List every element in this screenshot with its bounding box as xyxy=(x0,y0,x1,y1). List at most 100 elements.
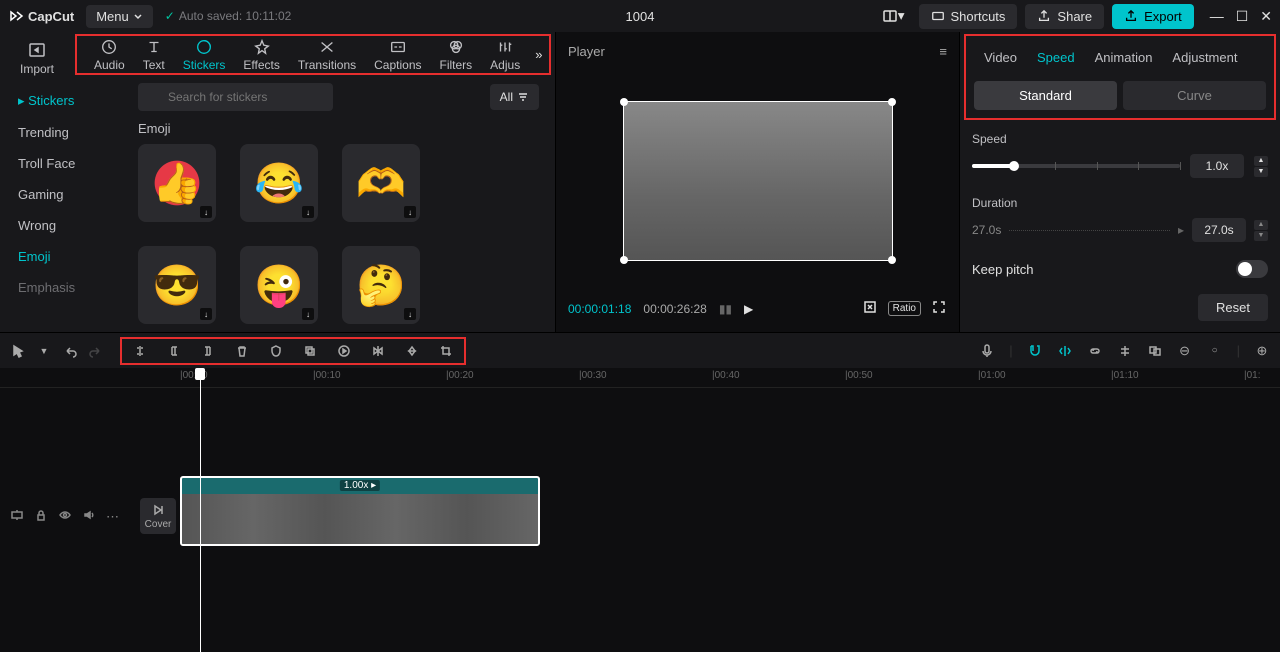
speed-slider[interactable] xyxy=(972,164,1180,168)
tabs-overflow-icon[interactable]: » xyxy=(529,47,548,62)
speed-tool-icon[interactable] xyxy=(336,343,352,359)
timeline-ruler[interactable]: |00:00 |00:10 |00:20 |00:30 |00:40 |00:5… xyxy=(0,368,1280,388)
maximize-icon[interactable]: ☐ xyxy=(1236,8,1249,25)
scale-icon[interactable] xyxy=(862,299,878,318)
filter-button[interactable]: All xyxy=(490,84,539,110)
keep-pitch-toggle[interactable] xyxy=(1236,260,1268,278)
tab-effects[interactable]: Effects xyxy=(234,38,288,72)
speed-stepper[interactable]: ▲▼ xyxy=(1254,156,1268,177)
overlap-icon[interactable] xyxy=(1147,343,1163,359)
close-icon[interactable]: ✕ xyxy=(1260,8,1272,25)
pointer-tool-icon[interactable] xyxy=(10,343,26,359)
share-button[interactable]: Share xyxy=(1025,4,1104,29)
sidebar-item-emoji[interactable]: Emoji xyxy=(0,241,130,272)
video-frame[interactable] xyxy=(623,101,893,261)
magnet-icon[interactable] xyxy=(1027,343,1043,359)
align-icon[interactable] xyxy=(1117,343,1133,359)
playhead[interactable] xyxy=(200,368,201,652)
play-icon[interactable]: ▶ xyxy=(744,302,753,316)
add-track-icon[interactable] xyxy=(10,508,24,525)
speed-value[interactable] xyxy=(1190,154,1244,178)
shortcuts-button[interactable]: Shortcuts xyxy=(919,4,1018,29)
duration-from: 27.0s xyxy=(972,223,1001,237)
tab-adjustment[interactable]: Adjus xyxy=(481,38,529,72)
track-controls: ⋯ xyxy=(10,508,119,525)
speed-label: Speed xyxy=(972,132,1268,146)
sticker-cool[interactable]: 😎↓ xyxy=(138,246,216,324)
mic-icon[interactable] xyxy=(979,343,995,359)
sidebar-item-emphasis[interactable]: Emphasis xyxy=(0,272,130,303)
mirror-icon[interactable] xyxy=(370,343,386,359)
cover-button[interactable]: Cover xyxy=(140,498,176,534)
tab-animation[interactable]: Animation xyxy=(1085,46,1163,69)
split-icon[interactable] xyxy=(132,343,148,359)
subtab-standard[interactable]: Standard xyxy=(974,81,1117,110)
delete-icon[interactable] xyxy=(234,343,250,359)
more-icon[interactable]: ⋯ xyxy=(106,509,119,525)
sidebar-item-trending[interactable]: Trending xyxy=(0,117,130,148)
sticker-wink[interactable]: 😜↓ xyxy=(240,246,318,324)
sidebar-section-stickers[interactable]: ▸ Stickers xyxy=(0,85,130,117)
autosave-status: ✓ Auto saved: 10:11:02 xyxy=(165,9,292,23)
tab-transitions[interactable]: Transitions xyxy=(289,38,365,72)
duration-value[interactable] xyxy=(1192,218,1246,242)
video-clip[interactable]: 1.00x ▸ xyxy=(180,476,540,546)
menu-button[interactable]: Menu xyxy=(86,5,153,28)
sidebar-item-gaming[interactable]: Gaming xyxy=(0,179,130,210)
sidebar-item-wrong[interactable]: Wrong xyxy=(0,210,130,241)
timeline[interactable]: |00:00 |00:10 |00:20 |00:30 |00:40 |00:5… xyxy=(0,368,1280,652)
layout-icon[interactable]: ▾ xyxy=(876,2,911,30)
import-button[interactable]: Import xyxy=(7,36,67,76)
duration-stepper[interactable]: ▲▼ xyxy=(1254,220,1268,241)
sticker-categories: ▸ Stickers Trending Troll Face Gaming Wr… xyxy=(0,75,130,332)
copy-icon[interactable] xyxy=(302,343,318,359)
trim-left-icon[interactable] xyxy=(166,343,182,359)
download-icon: ↓ xyxy=(404,206,416,218)
redo-icon[interactable] xyxy=(88,343,104,359)
export-button[interactable]: Export xyxy=(1112,4,1194,29)
zoom-in-icon[interactable]: ⊕ xyxy=(1254,343,1270,359)
volume-icon[interactable] xyxy=(82,508,96,525)
link-preview-icon[interactable] xyxy=(1057,343,1073,359)
minimize-icon[interactable]: — xyxy=(1210,8,1224,25)
crop-icon[interactable] xyxy=(438,343,454,359)
reset-button[interactable]: Reset xyxy=(1198,294,1268,321)
media-panel: Import Audio Text Stickers Effects Trans… xyxy=(0,32,555,332)
shield-icon[interactable] xyxy=(268,343,284,359)
prev-frame-icon[interactable]: ▮▮ xyxy=(719,302,732,316)
player-label: Player xyxy=(568,44,605,59)
sticker-thumbsup[interactable]: 👍↓ xyxy=(138,144,216,222)
zoom-slider-icon[interactable]: ○ xyxy=(1207,343,1223,359)
tab-filters[interactable]: Filters xyxy=(431,38,482,72)
tab-video[interactable]: Video xyxy=(974,46,1027,69)
player-stage[interactable] xyxy=(568,69,947,293)
eye-icon[interactable] xyxy=(58,508,72,525)
tab-speed[interactable]: Speed xyxy=(1027,46,1085,69)
link-icon[interactable] xyxy=(1087,343,1103,359)
zoom-out-icon[interactable]: ⊖ xyxy=(1177,343,1193,359)
time-total: 00:00:26:28 xyxy=(643,302,706,316)
download-icon: ↓ xyxy=(302,206,314,218)
tab-text[interactable]: Text xyxy=(134,38,174,72)
download-icon: ↓ xyxy=(200,206,212,218)
chevron-down-icon[interactable]: ▼ xyxy=(36,343,52,359)
rotate-icon[interactable] xyxy=(404,343,420,359)
fullscreen-icon[interactable] xyxy=(931,299,947,318)
download-icon: ↓ xyxy=(404,308,416,320)
tab-adjustment[interactable]: Adjustment xyxy=(1162,46,1247,69)
ratio-badge[interactable]: Ratio xyxy=(888,301,921,316)
sticker-thinking[interactable]: 🤔↓ xyxy=(342,246,420,324)
lock-icon[interactable] xyxy=(34,508,48,525)
undo-icon[interactable] xyxy=(62,343,78,359)
trim-right-icon[interactable] xyxy=(200,343,216,359)
sidebar-item-trollface[interactable]: Troll Face xyxy=(0,148,130,179)
sticker-hearthands[interactable]: 🫶↓ xyxy=(342,144,420,222)
subtab-curve[interactable]: Curve xyxy=(1123,81,1266,110)
tab-stickers[interactable]: Stickers xyxy=(174,38,235,72)
player-menu-icon[interactable]: ≡ xyxy=(939,44,947,59)
search-input[interactable] xyxy=(138,83,333,111)
tab-captions[interactable]: Captions xyxy=(365,38,430,72)
properties-panel: Video Speed Animation Adjustment Standar… xyxy=(960,32,1280,332)
tab-audio[interactable]: Audio xyxy=(85,38,134,72)
sticker-laugh[interactable]: 😂↓ xyxy=(240,144,318,222)
